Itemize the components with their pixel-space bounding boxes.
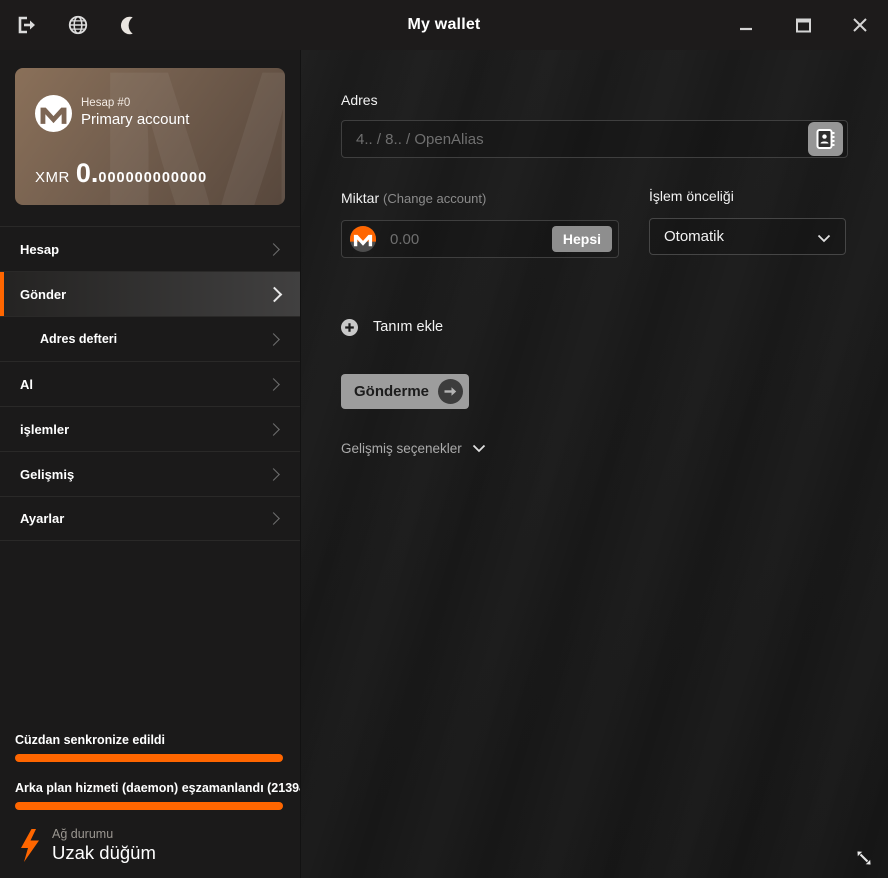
chevron-down-icon: [472, 444, 486, 453]
send-button[interactable]: Gönderme: [341, 374, 469, 409]
chevron-right-icon: [267, 378, 280, 391]
sidebar-item-al[interactable]: Al: [0, 361, 300, 406]
add-description-button[interactable]: Tanım ekle: [341, 312, 443, 342]
sidebar-item-label: işlemler: [20, 422, 69, 437]
arrow-right-circle-icon: [438, 379, 463, 404]
minimize-icon[interactable]: [734, 13, 758, 37]
balance-currency: XMR: [35, 169, 70, 186]
wallet-sync-status: Cüzdan senkronize edildi: [15, 733, 300, 747]
sidebar-item-label: Adres defteri: [40, 332, 117, 346]
account-index-label: Hesap #0: [81, 97, 130, 109]
titlebar: My wallet: [0, 0, 888, 50]
logout-icon[interactable]: [14, 13, 38, 37]
change-account-hint[interactable]: (Change account): [383, 191, 486, 206]
sidebar-item-ayarlar[interactable]: Ayarlar: [0, 496, 300, 541]
amount-field-wrap: Hepsi: [341, 220, 619, 258]
chevron-right-icon: [267, 286, 283, 302]
network-status-value: Uzak düğüm: [52, 842, 156, 864]
send-button-label: Gönderme: [354, 383, 429, 400]
network-status-label: Ağ durumu: [52, 827, 113, 841]
send-all-button[interactable]: Hepsi: [552, 226, 612, 252]
advanced-options-toggle[interactable]: Gelişmiş seçenekler: [341, 441, 486, 456]
advanced-options-label: Gelişmiş seçenekler: [341, 441, 462, 456]
titlebar-left-actions: [14, 0, 142, 50]
window-controls: [734, 0, 872, 50]
amount-label: Miktar: [341, 190, 379, 206]
sidebar-item-label: Ayarlar: [20, 511, 64, 526]
theme-moon-icon[interactable]: [118, 13, 142, 37]
sidebar-item-label: Gelişmiş: [20, 467, 74, 482]
balance: XMR 0. 000000000000: [35, 158, 207, 189]
sidebar-item-gelismis[interactable]: Gelişmiş: [0, 451, 300, 496]
priority-label: İşlem önceliği: [649, 188, 734, 204]
sidebar-item-label: Al: [20, 377, 33, 392]
daemon-sync-progressbar: [15, 802, 283, 810]
address-label: Adres: [341, 92, 378, 108]
sidebar-item-label: Hesap: [20, 242, 59, 257]
account-name: Primary account: [81, 111, 189, 128]
sidebar-nav: Hesap Gönder Adres defteri Al işlemler G…: [0, 226, 300, 541]
monero-wallet-window: My wallet M Hesap #0 Pr: [0, 0, 888, 878]
sidebar: M Hesap #0 Primary account XMR 0. 000000…: [0, 50, 300, 878]
sidebar-item-islemler[interactable]: işlemler: [0, 406, 300, 451]
priority-dropdown[interactable]: Otomatik: [649, 218, 846, 255]
lightning-icon: [19, 829, 41, 862]
add-description-label: Tanım ekle: [373, 319, 443, 335]
network-status-row[interactable]: Ağ durumu Uzak düğüm: [0, 825, 300, 871]
chevron-right-icon: [267, 423, 280, 436]
daemon-sync-status: Arka plan hizmeti (daemon) eşzamanlandı …: [15, 781, 300, 795]
address-input[interactable]: [341, 120, 848, 158]
sidebar-item-gonder[interactable]: Gönder: [0, 271, 300, 316]
amount-label-row: Miktar (Change account): [341, 190, 486, 206]
plus-circle-icon: [341, 319, 358, 336]
contact-book-icon: [815, 128, 836, 150]
wallet-sync-progressbar: [15, 754, 283, 762]
chevron-right-icon: [267, 468, 280, 481]
priority-selected-value: Otomatik: [664, 228, 724, 245]
chevron-down-icon: [817, 234, 831, 243]
chevron-right-icon: [267, 333, 280, 346]
sidebar-item-adres-defteri[interactable]: Adres defteri: [0, 316, 300, 361]
language-globe-icon[interactable]: [66, 13, 90, 37]
send-page: Adres Miktar (Change account): [300, 50, 888, 878]
maximize-icon[interactable]: [791, 13, 815, 37]
sidebar-item-label: Gönder: [20, 287, 66, 302]
account-card[interactable]: M Hesap #0 Primary account XMR 0. 000000…: [15, 68, 285, 205]
chevron-right-icon: [267, 243, 280, 256]
balance-whole: 0.: [76, 158, 99, 189]
sidebar-item-hesap[interactable]: Hesap: [0, 226, 300, 271]
close-icon[interactable]: [848, 13, 872, 37]
address-book-button[interactable]: [808, 122, 843, 156]
chevron-right-icon: [267, 512, 280, 525]
monero-logo-icon: [35, 95, 72, 132]
address-field-wrap: [341, 120, 848, 158]
balance-decimals: 000000000000: [98, 170, 207, 186]
